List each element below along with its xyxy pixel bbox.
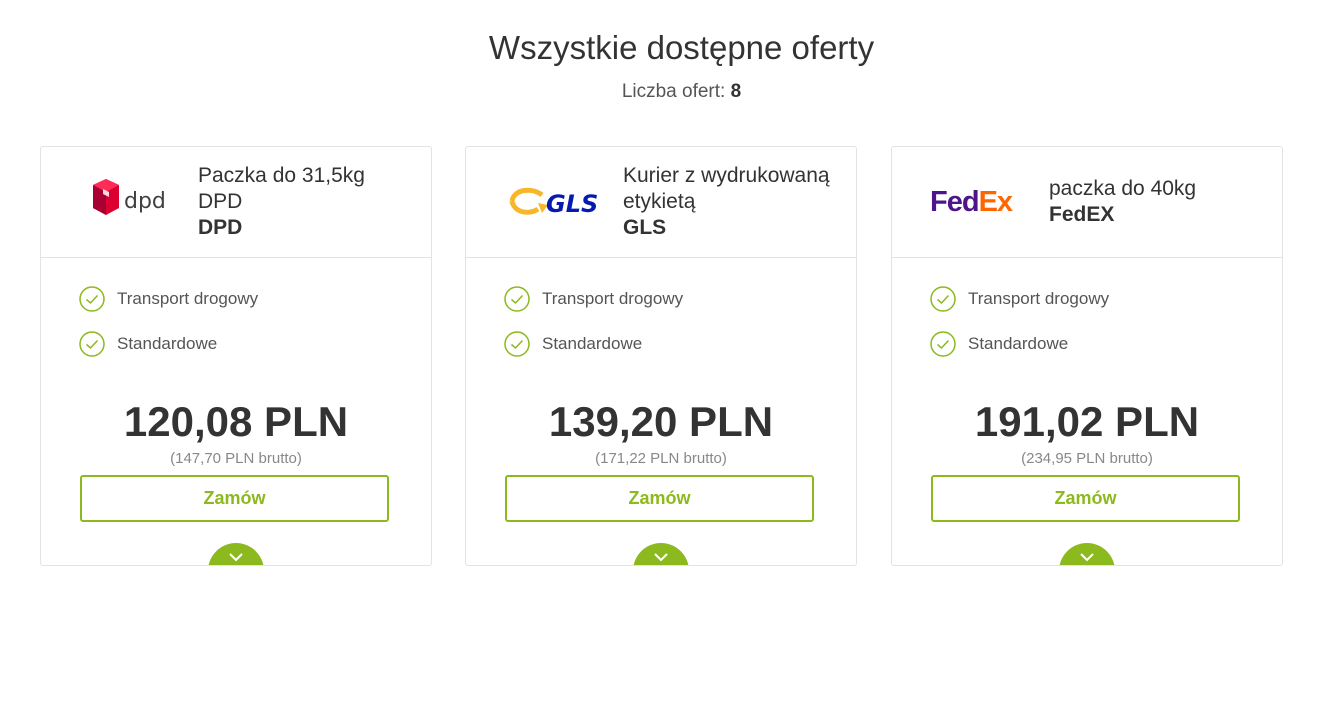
- check-circle-icon: [504, 285, 530, 312]
- offer-service-sub: DPD: [198, 190, 243, 213]
- feature-list: Transport drogowy Standardowe: [504, 285, 683, 375]
- offer-carrier-name: FedEX: [1049, 203, 1115, 226]
- check-circle-icon: [930, 330, 956, 357]
- expand-details-button[interactable]: [1059, 543, 1115, 565]
- offer-title: Kurier z wydrukowaną etykietą GLS: [623, 147, 843, 257]
- price-net: 191,02 PLN: [974, 398, 1200, 445]
- feature-list: Transport drogowy Standardowe: [79, 285, 258, 375]
- offer-card-fedex: FedEx paczka do 40kg FedEX Transport dro…: [891, 146, 1283, 566]
- gls-logo: GLS: [504, 177, 614, 227]
- order-button[interactable]: Zamów: [505, 475, 814, 522]
- offer-title: paczka do 40kg FedEX: [1049, 147, 1269, 257]
- chevron-down-icon: [654, 553, 668, 562]
- offer-count-value: 8: [730, 81, 742, 102]
- check-circle-icon: [930, 285, 956, 312]
- order-button[interactable]: Zamów: [931, 475, 1240, 522]
- feature-item: Standardowe: [930, 330, 1109, 357]
- feature-item: Standardowe: [504, 330, 683, 357]
- expand-details-button[interactable]: [208, 543, 264, 565]
- feature-item: Transport drogowy: [504, 285, 683, 312]
- feature-label: Standardowe: [968, 333, 1069, 353]
- chevron-down-icon: [229, 553, 243, 562]
- feature-label: Transport drogowy: [968, 288, 1110, 308]
- offer-service-name: Kurier z wydrukowaną etykietą: [623, 164, 830, 213]
- page-title: Wszystkie dostępne oferty: [488, 29, 875, 66]
- offer-card-gls: GLS Kurier z wydrukowaną etykietą GLS Tr…: [465, 146, 857, 566]
- order-button[interactable]: Zamów: [80, 475, 389, 522]
- check-circle-icon: [79, 330, 105, 357]
- feature-item: Transport drogowy: [79, 285, 258, 312]
- dpd-logo: dpd: [79, 177, 189, 227]
- price-gross: (171,22 PLN brutto): [595, 450, 727, 467]
- gls-logo-text: GLS: [546, 190, 598, 218]
- check-circle-icon: [79, 285, 105, 312]
- offer-service-name: Paczka do 31,5kg: [198, 164, 365, 187]
- offer-carrier-name: DPD: [198, 216, 243, 239]
- price-net: 139,20 PLN: [548, 398, 774, 445]
- feature-item: Standardowe: [79, 330, 258, 357]
- fedex-logo-ex: Ex: [979, 186, 1013, 218]
- offer-service-name: paczka do 40kg: [1049, 177, 1197, 200]
- fedex-logo: FedEx: [930, 177, 1040, 227]
- offer-card-header: FedEx paczka do 40kg FedEX: [892, 147, 1282, 258]
- feature-label: Transport drogowy: [542, 288, 684, 308]
- svg-text:FedEx: FedEx: [930, 186, 1013, 218]
- offer-count: Liczba ofert: 8: [0, 80, 1328, 104]
- offer-carrier-name: GLS: [623, 216, 667, 239]
- offer-title: Paczka do 31,5kg DPD DPD: [198, 147, 418, 257]
- price-gross: (234,95 PLN brutto): [1021, 450, 1153, 467]
- feature-label: Transport drogowy: [117, 288, 259, 308]
- check-circle-icon: [504, 330, 530, 357]
- price-gross: (147,70 PLN brutto): [170, 450, 302, 467]
- feature-list: Transport drogowy Standardowe: [930, 285, 1109, 375]
- feature-label: Standardowe: [117, 333, 218, 353]
- feature-label: Standardowe: [542, 333, 643, 353]
- fedex-logo-fed: Fed: [930, 186, 979, 218]
- chevron-down-icon: [1080, 553, 1094, 562]
- offer-count-label: Liczba ofert:: [621, 81, 726, 102]
- feature-item: Transport drogowy: [930, 285, 1109, 312]
- offer-card-header: dpd Paczka do 31,5kg DPD DPD: [41, 147, 431, 258]
- offer-card-dpd: dpd Paczka do 31,5kg DPD DPD Transport d…: [40, 146, 432, 566]
- dpd-logo-text: dpd: [124, 189, 166, 214]
- price-net: 120,08 PLN: [123, 398, 349, 445]
- expand-details-button[interactable]: [633, 543, 689, 565]
- offer-card-header: GLS Kurier z wydrukowaną etykietą GLS: [466, 147, 856, 258]
